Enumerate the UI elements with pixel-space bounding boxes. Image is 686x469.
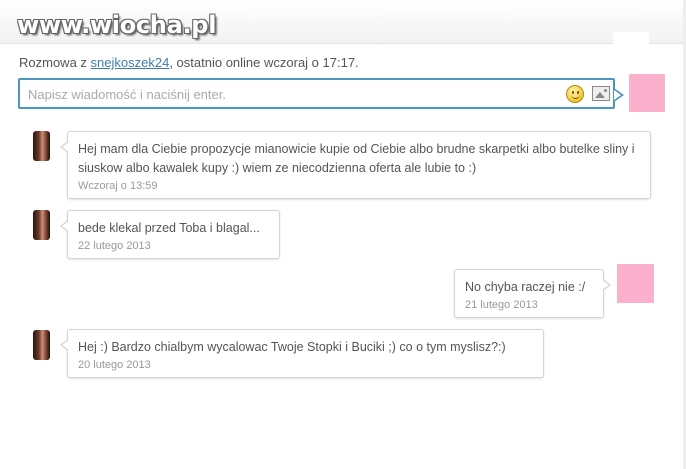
message-text: bede klekal przed Toba i blagal...: [78, 221, 260, 235]
self-avatar: [617, 264, 654, 303]
message-composer: [18, 78, 624, 109]
message-bubble: Hej mam dla Ciebie propozycje mianowicie…: [60, 131, 651, 199]
message-time: 21 lutego 2013: [465, 299, 538, 311]
avatar: [19, 328, 52, 361]
image-icon[interactable]: [592, 86, 610, 101]
avatar: [19, 129, 52, 162]
message-bubble: Hej :) Bardzo chialbym wycalowac Twoje S…: [60, 329, 544, 378]
message-input[interactable]: [28, 86, 548, 103]
username-link[interactable]: snejkoszek24: [91, 55, 170, 70]
smiley-icon[interactable]: [566, 85, 584, 103]
top-white-tab: [613, 32, 649, 44]
message-time: 22 lutego 2013: [78, 240, 151, 252]
self-avatar: [629, 74, 665, 112]
header-status: , ostatnio online wczoraj o 17:17.: [169, 55, 359, 70]
message-bubble-self: No chyba raczej nie :/ 21 lutego 2013: [454, 269, 611, 318]
top-bar: www.wiocha.pl: [0, 0, 686, 44]
watermark-logo: www.wiocha.pl: [17, 11, 217, 39]
header-prefix: Rozmowa z: [19, 55, 87, 70]
avatar: [19, 208, 52, 241]
message-text: Hej :) Bardzo chialbym wycalowac Twoje S…: [78, 340, 506, 354]
message-text: No chyba raczej nie :/: [465, 280, 586, 294]
conversation-header: Rozmowa z snejkoszek24, ostatnio online …: [19, 55, 359, 70]
message-time: 20 lutego 2013: [78, 359, 151, 371]
message-text: Hej mam dla Ciebie propozycje mianowicie…: [78, 142, 635, 175]
message-bubble: bede klekal przed Toba i blagal... 22 lu…: [60, 210, 280, 259]
message-time: Wczoraj o 13:59: [78, 180, 158, 192]
